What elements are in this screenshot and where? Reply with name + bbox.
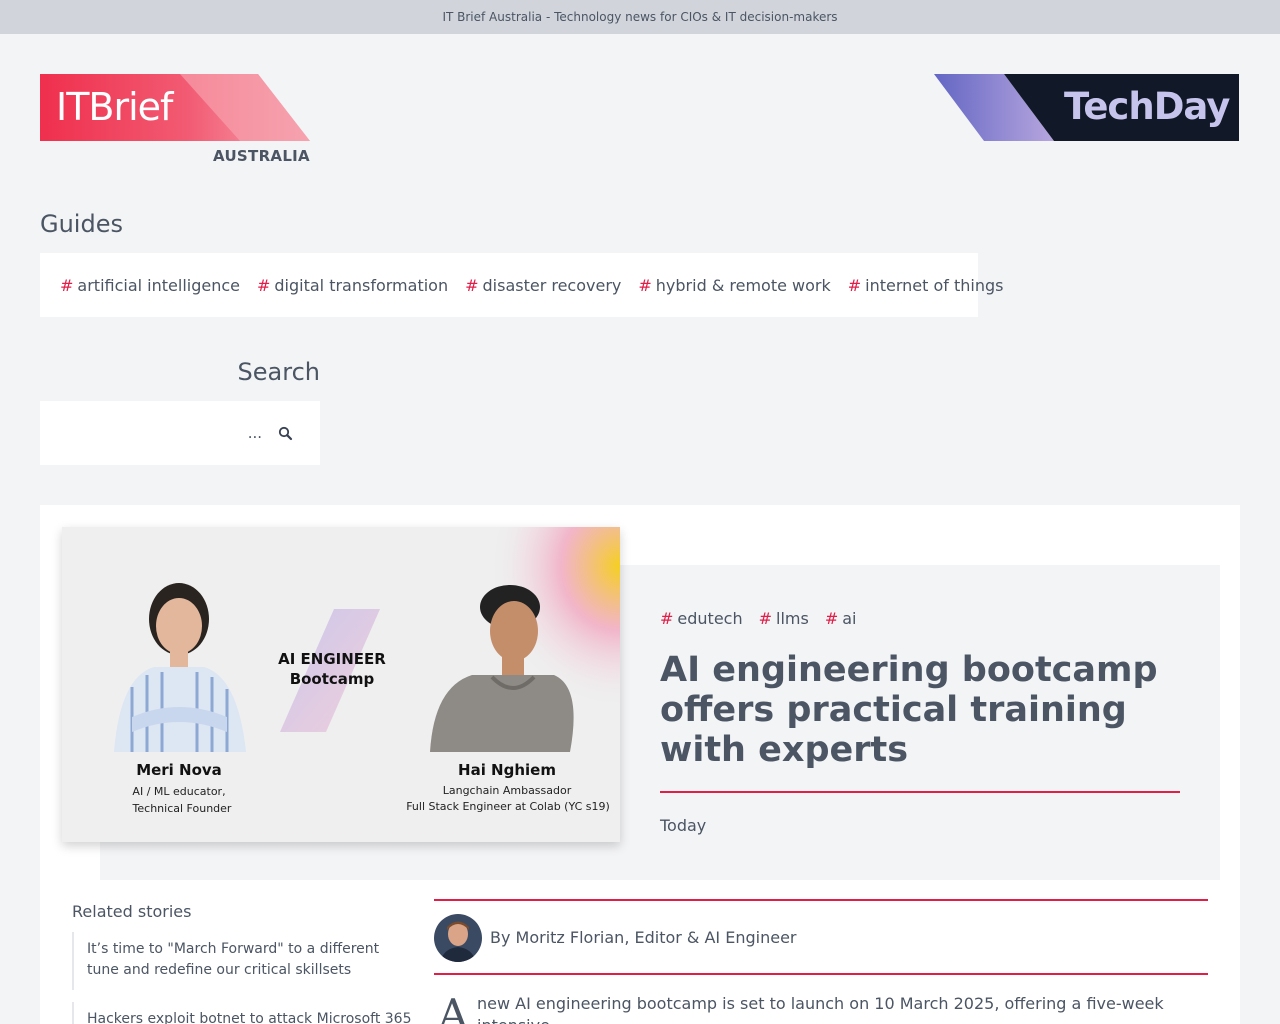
article-byline: By Moritz Florian, Editor & AI Engineer bbox=[490, 928, 797, 947]
image-person1-name: Meri Nova bbox=[136, 761, 222, 779]
article-hero-image[interactable]: AI ENGINEER Bootcamp Meri Nova AI / ML e… bbox=[62, 527, 620, 842]
hash-icon: # bbox=[758, 609, 773, 628]
guide-tag-digital-transformation[interactable]: # digital transformation bbox=[257, 276, 448, 295]
article-tag-llms[interactable]: # llms bbox=[759, 609, 809, 628]
byline-divider-bottom bbox=[434, 973, 1208, 975]
image-person2-name: Hai Nghiem bbox=[458, 761, 556, 779]
techday-logo-text: TechDay bbox=[1064, 85, 1230, 128]
image-person2-role-line2: Full Stack Engineer at Colab (YC s19) bbox=[406, 800, 610, 813]
article-headline: AI engineering bootcamp offers practical… bbox=[660, 650, 1158, 770]
hash-icon: # bbox=[660, 609, 674, 628]
techday-logo[interactable]: TechDay bbox=[934, 74, 1239, 141]
related-stories-heading: Related stories bbox=[72, 902, 192, 921]
image-title-line1: AI ENGINEER bbox=[278, 650, 386, 668]
article-tag-list: # edutech # llms # ai bbox=[660, 609, 872, 628]
top-banner: IT Brief Australia - Technology news for… bbox=[0, 0, 1280, 34]
search-icon[interactable] bbox=[276, 424, 300, 444]
image-person2-role-line1: Langchain Ambassador bbox=[442, 784, 572, 797]
site-tagline: IT Brief Australia - Technology news for… bbox=[442, 10, 838, 24]
guides-heading: Guides bbox=[40, 210, 123, 238]
hash-icon: # bbox=[638, 275, 652, 295]
itbrief-logo[interactable]: ITBrief bbox=[40, 74, 310, 141]
article-tag-edutech[interactable]: # edutech bbox=[660, 609, 743, 628]
article-dropcap: A bbox=[438, 990, 469, 1024]
itbrief-logo-text: ITBrief bbox=[56, 85, 173, 129]
guide-tag-internet-of-things[interactable]: # internet of things bbox=[848, 276, 1004, 295]
hash-icon: # bbox=[824, 609, 839, 628]
related-story-link[interactable]: Hackers exploit botnet to attack Microso… bbox=[72, 1002, 412, 1024]
guides-tag-list: # artificial intelligence # digital transf… bbox=[40, 253, 1004, 317]
image-person1-role-line1: AI / ML educator, bbox=[132, 785, 226, 798]
headline-divider bbox=[660, 791, 1180, 793]
hash-icon: # bbox=[847, 275, 862, 295]
author-avatar[interactable] bbox=[434, 914, 482, 962]
search-heading: Search bbox=[237, 358, 320, 386]
image-person1-role-line2: Technical Founder bbox=[132, 802, 232, 815]
guide-tag-disaster-recovery[interactable]: # disaster recovery bbox=[465, 276, 621, 295]
hash-icon: # bbox=[465, 275, 479, 295]
article-date: Today bbox=[660, 816, 707, 835]
byline-divider-top bbox=[434, 899, 1208, 901]
image-title-line2: Bootcamp bbox=[289, 670, 375, 688]
guide-tag-artificial-intelligence[interactable]: # artificial intelligence bbox=[60, 276, 240, 295]
article-tag-ai[interactable]: # ai bbox=[825, 609, 857, 628]
article-body-paragraph: new AI engineering bootcamp is set to la… bbox=[477, 994, 1164, 1024]
hash-icon: # bbox=[256, 275, 271, 295]
search-input[interactable] bbox=[40, 401, 270, 465]
guide-tag-hybrid-remote-work[interactable]: # hybrid & remote work bbox=[638, 276, 830, 295]
logo-region-label: AUSTRALIA bbox=[213, 147, 310, 165]
related-story-link[interactable]: It’s time to "March Forward" to a differ… bbox=[72, 932, 412, 990]
hash-icon: # bbox=[60, 275, 74, 295]
